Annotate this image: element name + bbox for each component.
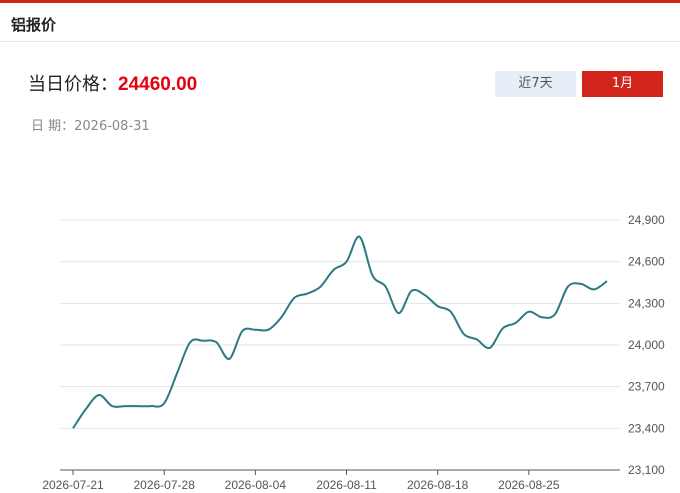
y-tick-label: 23,100 xyxy=(628,463,665,477)
price-line-chart: 24,900 24,600 24,300 24,000 23,700 23,400 23,1… xyxy=(42,213,665,492)
x-tick-label: 2026-08-25 xyxy=(498,478,560,492)
x-tick-label: 2026-08-18 xyxy=(407,478,469,492)
y-tick-label: 23,400 xyxy=(628,421,665,435)
y-tick-label: 24,900 xyxy=(628,213,665,227)
price-series-line xyxy=(72,235,608,429)
x-tick-label: 2026-07-21 xyxy=(42,478,104,492)
x-tick-label: 2026-08-11 xyxy=(316,478,377,492)
x-tick-label: 2026-07-28 xyxy=(133,478,195,492)
y-tick-label: 24,600 xyxy=(628,255,665,269)
y-tick-label: 24,300 xyxy=(628,296,665,310)
x-tick-label: 2026-08-04 xyxy=(225,478,287,492)
y-tick-label: 24,000 xyxy=(628,338,665,352)
y-tick-label: 23,700 xyxy=(628,380,665,394)
